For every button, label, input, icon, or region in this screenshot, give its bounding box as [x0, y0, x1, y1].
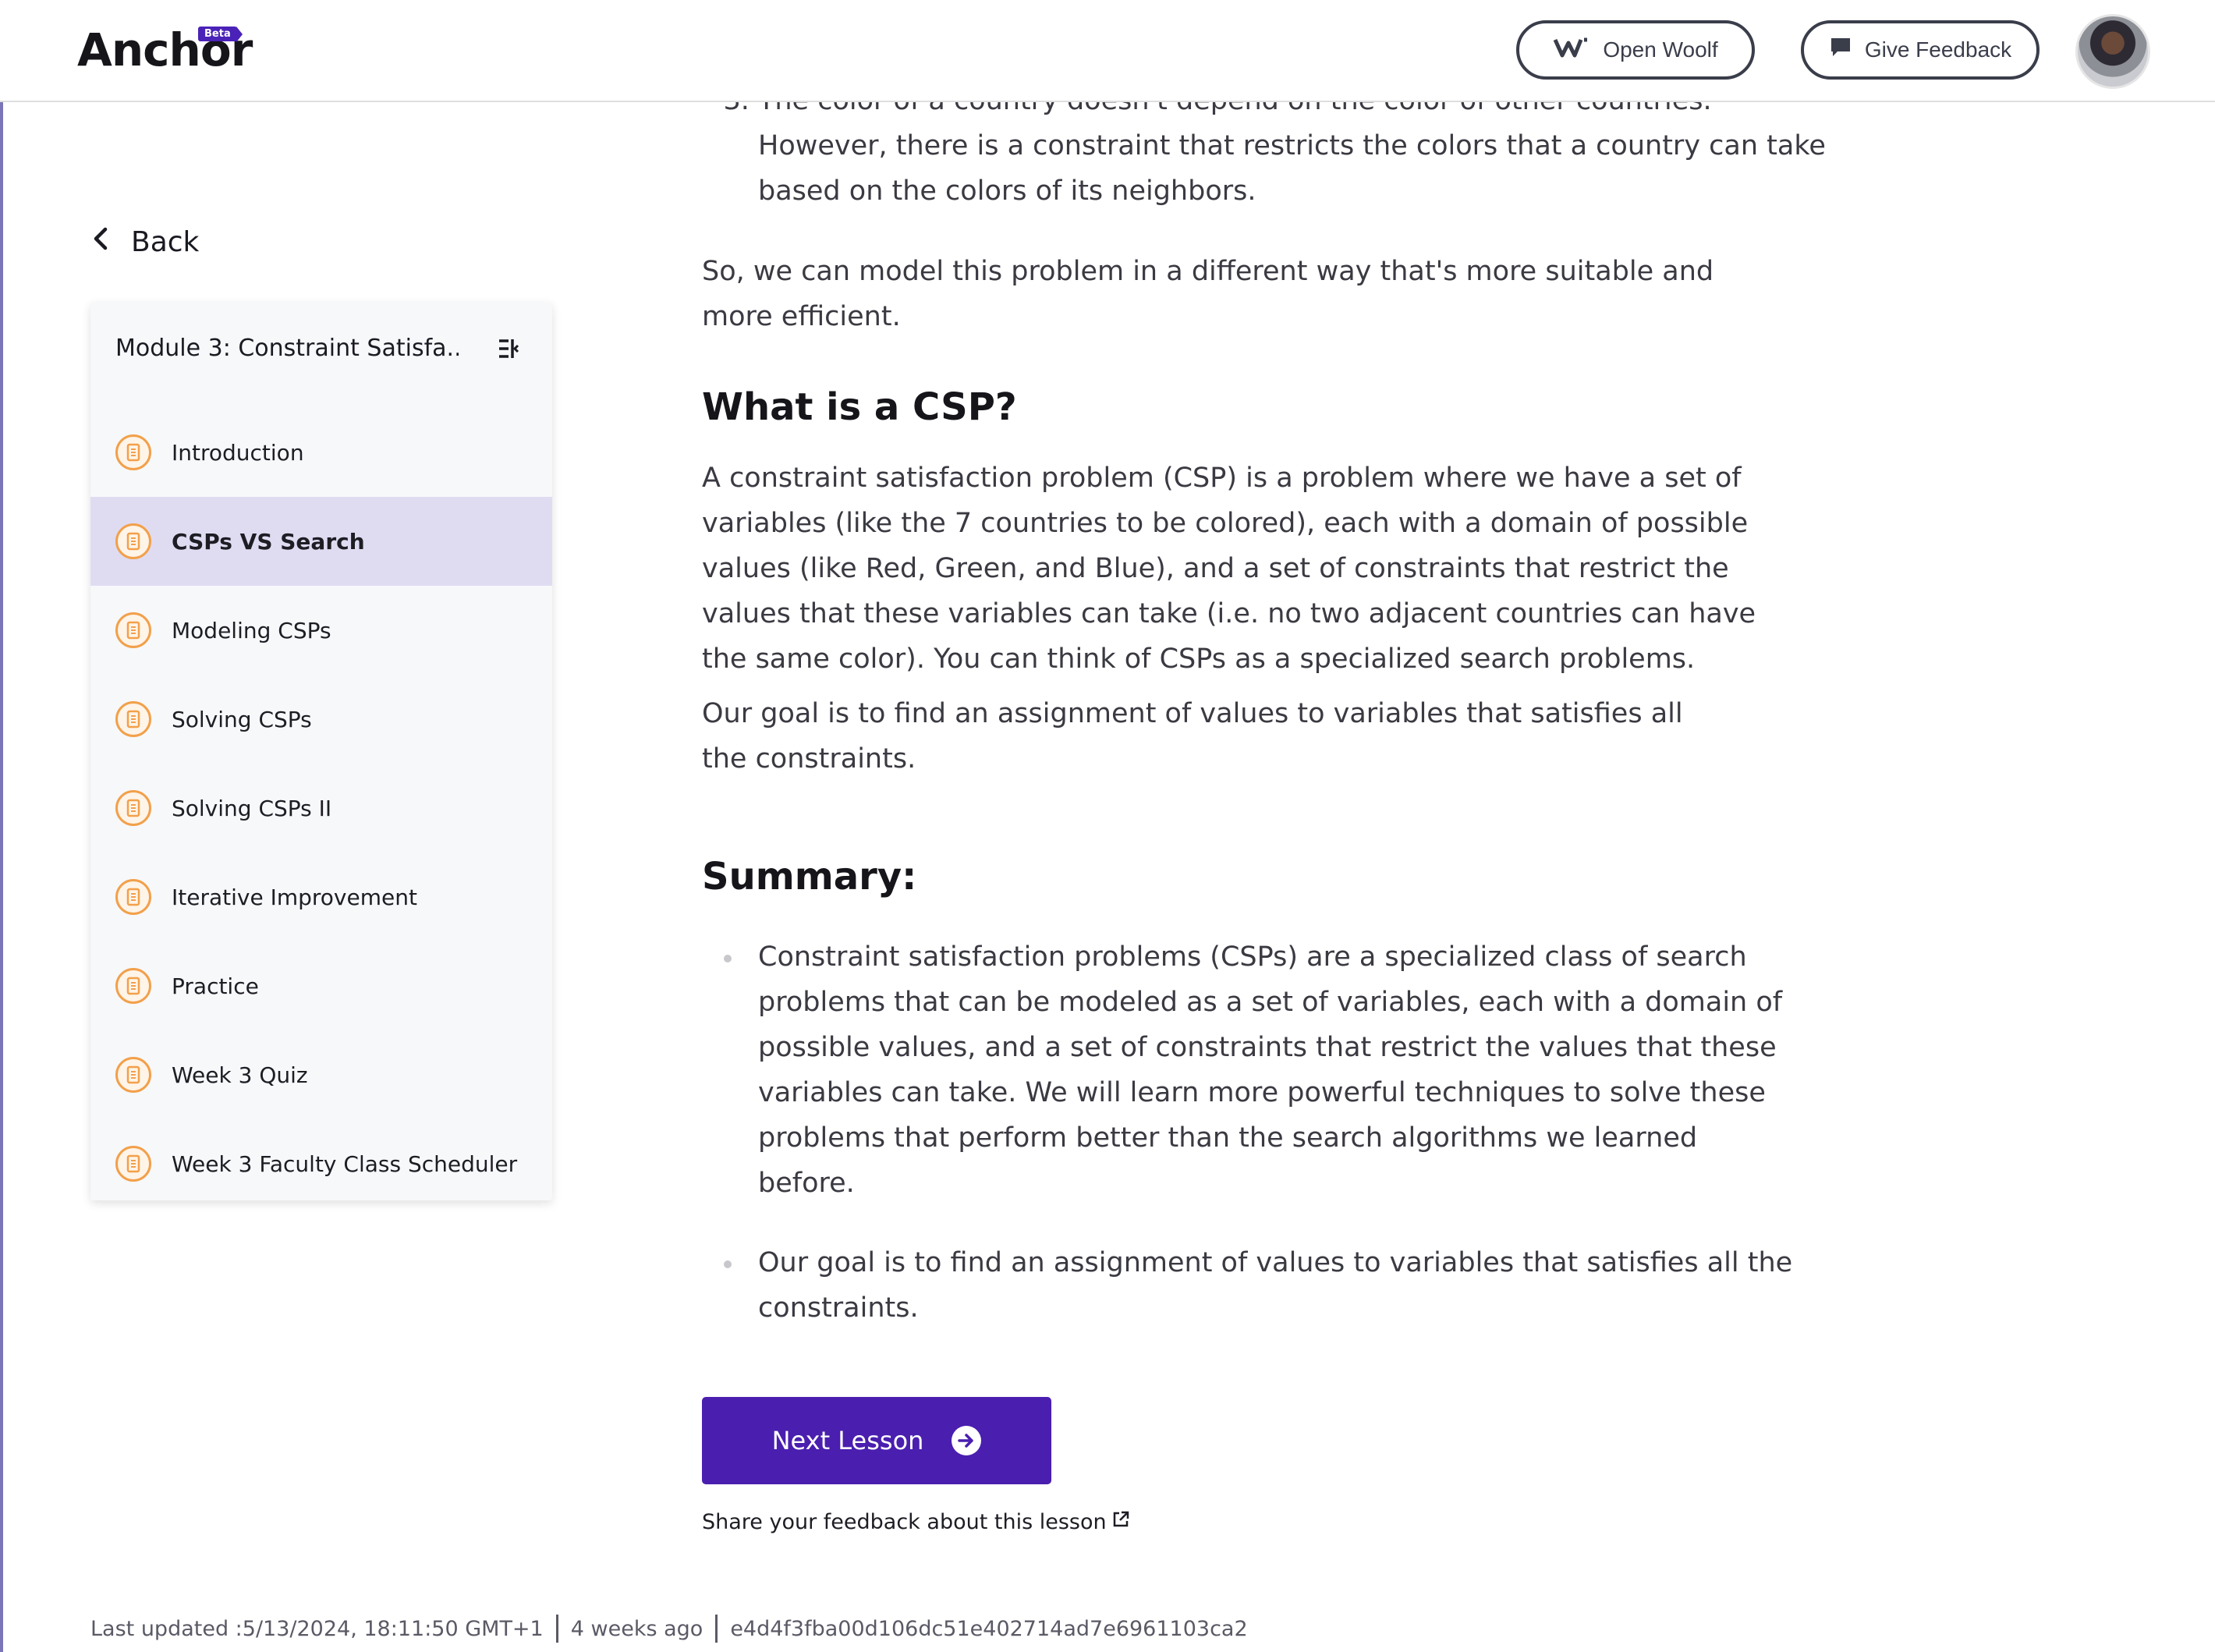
section-heading-summary: Summary: — [702, 855, 917, 899]
bullet-icon — [724, 1260, 732, 1268]
top-header: Anchor Beta Open Woolf Give Feedback — [0, 0, 2215, 102]
summary-text: Constraint satisfaction problems (CSPs) … — [758, 941, 1783, 1199]
page-footer: Last updated :5/13/2024, 18:11:50 GMT+1 … — [90, 1615, 1248, 1643]
sidebar-item-label: Week 3 Faculty Class Scheduler — [172, 1150, 518, 1177]
lesson-document-icon — [115, 523, 151, 559]
beta-badge: Beta — [198, 27, 243, 42]
woolf-icon — [1553, 37, 1590, 64]
next-lesson-button[interactable]: Next Lesson — [702, 1397, 1051, 1484]
lesson-document-icon — [115, 790, 151, 826]
module-title: Module 3: Constraint Satisfa... — [115, 335, 459, 362]
paragraph: So, we can model this problem in a diffe… — [702, 256, 1714, 332]
bullet-icon — [724, 955, 732, 962]
sidebar-item-label: Modeling CSPs — [172, 617, 331, 643]
brand-logo[interactable]: Anchor Beta — [77, 23, 253, 76]
sidebar-item-label: Practice — [172, 973, 259, 999]
sidebar-item-label: Week 3 Quiz — [172, 1062, 308, 1088]
sidebar-item-introduction[interactable]: Introduction — [90, 408, 552, 497]
sidebar-item-iterative-improvement[interactable]: Iterative Improvement — [90, 853, 552, 941]
paragraph: Our goal is to find an assignment of val… — [702, 698, 1683, 775]
sidebar-item-label: CSPs VS Search — [172, 528, 365, 555]
sidebar-item-solving-csps-ii[interactable]: Solving CSPs II — [90, 764, 552, 853]
sidebar-item-label: Introduction — [172, 439, 304, 466]
lesson-document-icon — [115, 701, 151, 737]
lesson-list: Introduction CSPs VS Search Modeling CSP… — [90, 408, 552, 1208]
sidebar-item-label: Solving CSPs II — [172, 795, 332, 821]
sidebar-item-practice[interactable]: Practice — [90, 941, 552, 1030]
open-woolf-button[interactable]: Open Woolf — [1516, 20, 1755, 80]
divider — [555, 1615, 558, 1643]
lesson-document-icon — [115, 1146, 151, 1182]
summary-text: Our goal is to find an assignment of val… — [758, 1247, 1793, 1324]
divider — [715, 1615, 718, 1643]
lesson-document-icon — [115, 879, 151, 915]
module-sidebar: Module 3: Constraint Satisfa... Introduc… — [90, 302, 552, 1200]
give-feedback-label: Give Feedback — [1864, 37, 2012, 62]
sidebar-item-solving-csps[interactable]: Solving CSPs — [90, 675, 552, 764]
arrow-right-icon — [952, 1426, 982, 1455]
external-link-icon — [1111, 1510, 1130, 1534]
commit-hash: e4d4f3fba00d106dc51e402714ad7e6961103ca2 — [730, 1616, 1248, 1641]
back-label: Back — [131, 226, 200, 258]
list-item: Constraint satisfaction problems (CSPs) … — [724, 934, 1802, 1206]
section-heading-csp: What is a CSP? — [702, 385, 1017, 429]
lesson-document-icon — [115, 1057, 151, 1093]
share-feedback-label: Share your feedback about this lesson — [702, 1510, 1107, 1534]
share-feedback-link[interactable]: Share your feedback about this lesson — [702, 1510, 1130, 1534]
collapse-sidebar-icon[interactable] — [498, 338, 519, 360]
lesson-document-icon — [115, 612, 151, 648]
speech-bubble-icon — [1829, 36, 1852, 65]
back-link[interactable]: Back — [92, 226, 199, 258]
sidebar-item-week-3-quiz[interactable]: Week 3 Quiz — [90, 1030, 552, 1119]
last-updated: Last updated :5/13/2024, 18:11:50 GMT+1 — [90, 1616, 544, 1641]
user-avatar[interactable] — [2075, 14, 2150, 89]
summary-list: Constraint satisfaction problems (CSPs) … — [702, 934, 1802, 1365]
sidebar-item-modeling-csps[interactable]: Modeling CSPs — [90, 586, 552, 675]
lesson-document-icon — [115, 968, 151, 1004]
sidebar-item-label: Solving CSPs — [172, 706, 312, 732]
sidebar-item-csps-vs-search[interactable]: CSPs VS Search — [90, 497, 552, 586]
chevron-left-icon — [92, 226, 109, 258]
give-feedback-button[interactable]: Give Feedback — [1801, 20, 2040, 80]
sidebar-item-week-3-faculty-class-scheduler[interactable]: Week 3 Faculty Class Scheduler — [90, 1119, 552, 1208]
window-frame-left — [0, 0, 3, 1652]
open-woolf-label: Open Woolf — [1603, 37, 1718, 62]
lesson-document-icon — [115, 434, 151, 470]
paragraph: A constraint satisfaction problem (CSP) … — [702, 463, 1756, 675]
list-item: Our goal is to find an assignment of val… — [724, 1240, 1802, 1331]
relative-time: 4 weeks ago — [570, 1616, 703, 1641]
sidebar-item-label: Iterative Improvement — [172, 884, 417, 910]
next-lesson-label: Next Lesson — [771, 1426, 924, 1455]
